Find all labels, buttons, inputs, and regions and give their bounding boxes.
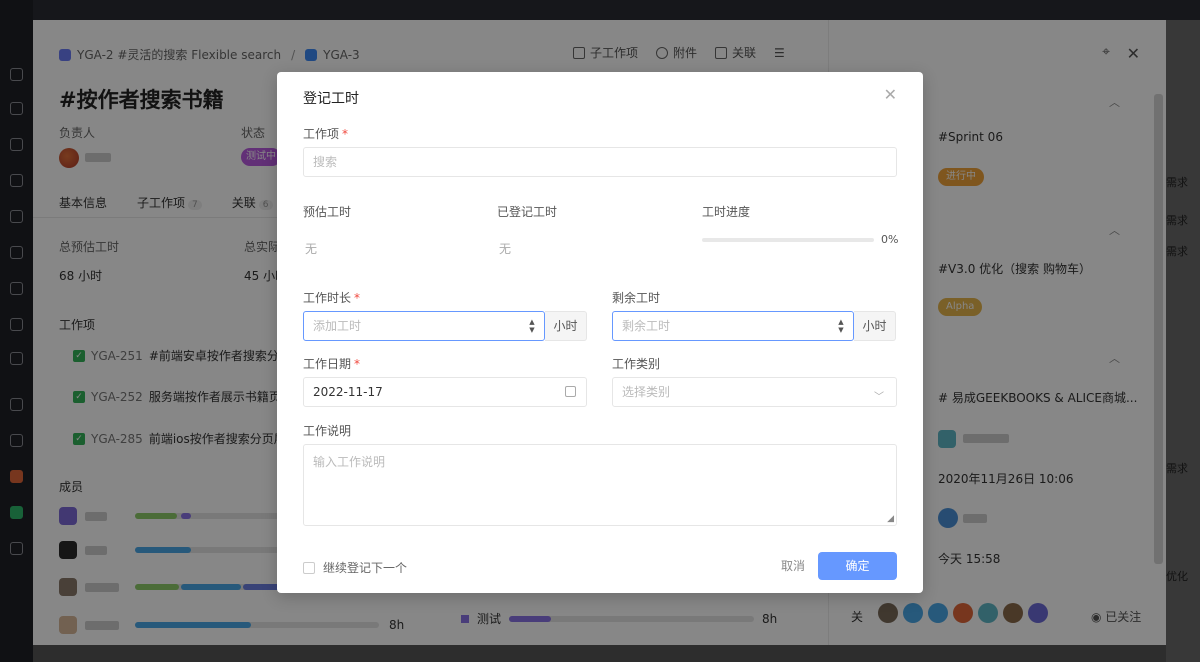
estimate-value: 无 <box>305 242 318 256</box>
progress-percent: 0% <box>881 233 899 246</box>
workitem-label: 工作项 * <box>303 127 349 141</box>
resize-handle-icon[interactable]: ◢ <box>887 514 894 524</box>
workitem-search-input[interactable]: 搜索 <box>303 147 897 177</box>
chevron-down-icon: ﹀ <box>874 392 884 403</box>
progress-bar <box>702 238 874 242</box>
remaining-placeholder: 剩余工时 <box>622 319 671 333</box>
description-label: 工作说明 <box>303 424 352 438</box>
description-placeholder: 输入工作说明 <box>313 455 386 469</box>
estimate-label: 预估工时 <box>303 205 352 219</box>
log-work-dialog: 登记工时 ✕ 工作项 * 搜索 预估工时 已登记工时 工时进度 无 无 0% 工作… <box>277 72 923 593</box>
date-label: 工作日期 * <box>303 357 361 371</box>
duration-input[interactable]: 添加工时 ▲ ▼ <box>303 311 545 341</box>
category-placeholder: 选择类别 <box>622 385 671 399</box>
remaining-label: 剩余工时 <box>612 291 661 305</box>
category-label: 工作类别 <box>612 357 661 371</box>
continue-checkbox[interactable]: 继续登记下一个 <box>303 559 407 576</box>
stepper-arrows-icon[interactable]: ▲ ▼ <box>528 318 536 334</box>
checkbox[interactable] <box>303 561 315 574</box>
progress-label: 工时进度 <box>702 205 751 219</box>
duration-placeholder: 添加工时 <box>313 319 362 333</box>
date-picker[interactable]: 2022-11-17 <box>303 377 587 407</box>
category-select[interactable]: 选择类别 ﹀ <box>612 377 897 407</box>
remaining-input[interactable]: 剩余工时 ▲ ▼ <box>612 311 854 341</box>
logged-value: 无 <box>499 242 512 256</box>
close-icon[interactable]: ✕ <box>884 85 897 104</box>
continue-label: 继续登记下一个 <box>323 561 408 575</box>
duration-unit: 小时 <box>545 311 587 341</box>
duration-label: 工作时长 * <box>303 291 361 305</box>
date-value: 2022-11-17 <box>313 385 383 399</box>
confirm-button[interactable]: 确定 <box>818 552 897 580</box>
calendar-icon[interactable] <box>565 386 576 397</box>
logged-label: 已登记工时 <box>497 205 558 219</box>
remaining-unit: 小时 <box>854 311 896 341</box>
cancel-button[interactable]: 取消 <box>773 552 813 580</box>
description-textarea[interactable]: 输入工作说明 ◢ <box>303 444 897 526</box>
stepper-arrows-icon[interactable]: ▲ ▼ <box>837 318 845 334</box>
dialog-title: 登记工时 <box>303 91 359 107</box>
